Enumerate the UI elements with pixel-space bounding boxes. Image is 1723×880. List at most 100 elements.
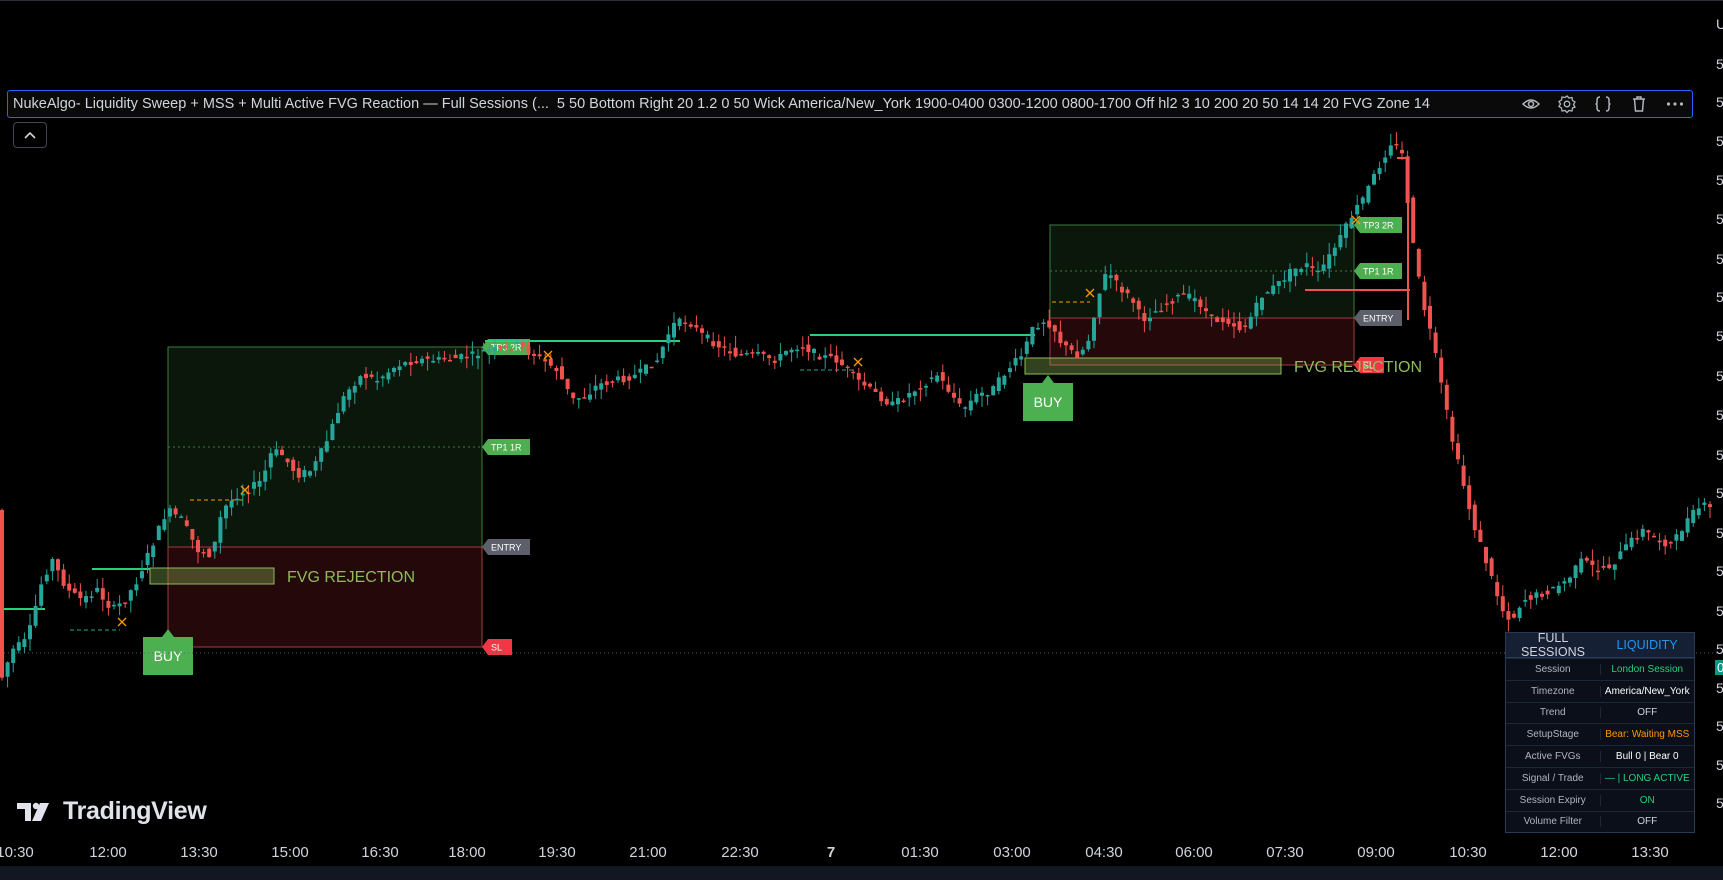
candle-body	[1411, 197, 1416, 243]
current-price-badge: 0	[1715, 660, 1723, 675]
candle-body	[784, 351, 788, 355]
panel-row-key: Session Expiry	[1506, 794, 1601, 806]
candle-body	[375, 380, 380, 383]
indicator-toolbar	[1512, 91, 1686, 117]
time-tick-label: 04:30	[1085, 844, 1123, 861]
price-tick-label: 5	[1716, 447, 1723, 463]
panel-row-key: SetupStage	[1506, 729, 1601, 741]
candle-body	[1024, 341, 1029, 354]
candle-body	[436, 357, 441, 360]
candle-body	[1528, 595, 1533, 600]
candle-body	[1439, 357, 1444, 383]
candle-body	[744, 353, 749, 355]
candle-body	[1517, 607, 1522, 618]
candle-body	[823, 355, 828, 358]
time-axis[interactable]: 10:30 12:00 13:30 15:00 16:30 18:00 19:30 21:00…	[0, 840, 1723, 866]
candle-body	[705, 334, 710, 339]
panel-row-key: Timezone	[1506, 685, 1601, 697]
candle-body	[358, 376, 363, 385]
panel-row-key: Trend	[1506, 707, 1601, 719]
candle-body	[1545, 590, 1550, 595]
braces-icon[interactable]	[1592, 93, 1614, 115]
candle-body	[996, 377, 1001, 391]
candle-body	[1584, 557, 1589, 561]
fvg-rejection-label: FVG REJECTION	[287, 569, 415, 586]
panel-row-key: Session	[1506, 663, 1601, 675]
candle-body	[621, 375, 626, 383]
price-axis[interactable]: U 5 5 5 5 5 5 5 5 5 5 5 5 5 5 5 5 5 5 5 5 0	[1715, 0, 1723, 880]
price-tick-label: 5	[1716, 525, 1723, 541]
collapse-legend-button[interactable]	[13, 122, 47, 148]
candle-body	[1069, 345, 1074, 351]
candle-body	[1640, 528, 1645, 537]
time-tick-label: 7	[826, 844, 836, 861]
tp1-label: TP1 1R	[1363, 267, 1394, 277]
candle-body	[1293, 268, 1298, 277]
eye-icon[interactable]	[1520, 93, 1542, 115]
candle-body	[1383, 157, 1388, 163]
price-tick-label: 5	[1716, 718, 1723, 734]
candle-body	[1702, 502, 1707, 505]
candle-body	[1097, 293, 1102, 318]
time-tick-label: 13:30	[180, 844, 218, 861]
bottom-strip	[0, 866, 1723, 880]
panel-row: Timezone America/New_York	[1506, 679, 1694, 702]
price-chart[interactable]: TP3 2RTP1 1RENTRYSLBUYFVG REJECTIONTP3 2…	[0, 0, 1723, 840]
candle-body	[72, 588, 77, 593]
candle-body	[666, 334, 671, 344]
candle-body	[660, 346, 665, 359]
price-tick-label: 5	[1716, 328, 1723, 344]
candle-body	[879, 391, 884, 402]
candle-body	[392, 367, 396, 373]
candle-body	[1540, 593, 1544, 597]
panel-row: SetupStage Bear: Waiting MSS	[1506, 723, 1694, 745]
candle-body	[476, 355, 480, 359]
candle-body	[862, 381, 867, 386]
candle-body	[84, 596, 88, 603]
candle-body	[1064, 341, 1068, 346]
candle-body	[0, 509, 4, 678]
candle-body	[1321, 264, 1326, 271]
panel-row: Active FVGs Bull 0 | Bear 0	[1506, 745, 1694, 767]
tradingview-logo[interactable]: TradingView	[17, 797, 207, 826]
candle-body	[1008, 368, 1012, 373]
trash-icon[interactable]	[1628, 93, 1650, 115]
candle-body	[196, 540, 200, 553]
candle-body	[845, 366, 850, 369]
candle-body	[1506, 611, 1511, 620]
candle-body	[296, 468, 301, 478]
candle-body	[817, 356, 822, 360]
panel-row-value: OFF	[1637, 707, 1658, 719]
panel-row-value: Bull 0 | Bear 0	[1615, 751, 1679, 763]
candle-body	[1551, 586, 1556, 589]
candle-body	[487, 348, 492, 353]
candle-body	[1657, 540, 1662, 543]
candle-body	[257, 480, 262, 487]
more-icon[interactable]	[1664, 93, 1686, 115]
candle-body	[1120, 286, 1124, 293]
candle-body	[991, 386, 996, 396]
candle-body	[313, 461, 318, 471]
candle-body	[1248, 316, 1253, 329]
candle-body	[582, 397, 587, 399]
candle-body	[929, 377, 934, 379]
candle-body	[1136, 300, 1141, 310]
candle-body	[1215, 317, 1220, 323]
indicator-title[interactable]: NukeAlgo- Liquidity Sweep + MSS + Multi …	[13, 96, 549, 112]
candle-body	[190, 529, 195, 540]
tp1-label: TP1 1R	[491, 443, 522, 453]
candle-body	[1422, 281, 1427, 311]
gear-icon[interactable]	[1556, 93, 1578, 115]
candle-body	[968, 400, 973, 411]
buy-signal-label: BUY	[154, 648, 183, 664]
candle-body	[464, 356, 469, 359]
candle-body	[1260, 297, 1264, 310]
candle-body	[795, 349, 800, 352]
indicator-legend[interactable]: NukeAlgo- Liquidity Sweep + MSS + Multi …	[7, 90, 1693, 118]
candle-body	[1243, 325, 1248, 327]
candle-body	[1013, 357, 1018, 366]
candle-body	[593, 385, 598, 391]
candle-body	[677, 318, 682, 327]
time-tick-label: 03:00	[993, 844, 1031, 861]
candle-body	[425, 356, 430, 359]
